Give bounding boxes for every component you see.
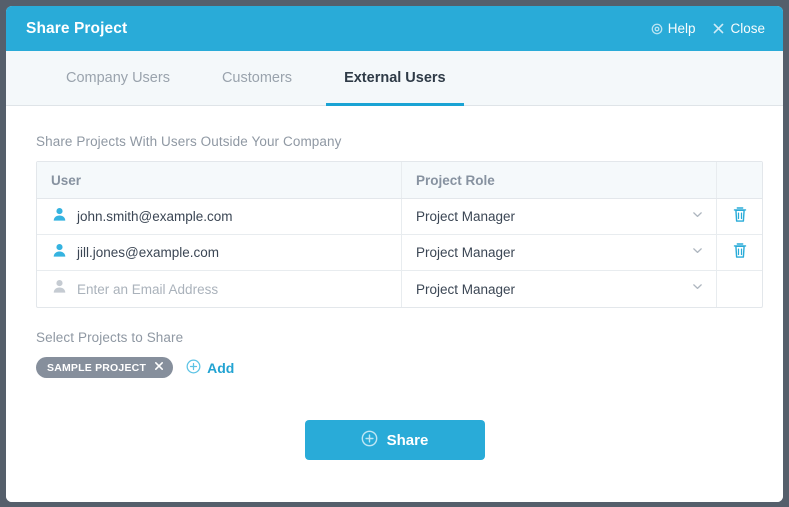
user-email: jill.jones@example.com — [77, 245, 220, 260]
share-project-modal: Share Project Help Close Company Users C… — [6, 6, 783, 502]
user-icon — [51, 242, 68, 264]
section-heading: Share Projects With Users Outside Your C… — [36, 134, 342, 149]
role-dropdown[interactable]: Project Manager — [402, 271, 717, 307]
plus-circle-icon — [186, 359, 201, 377]
user-icon — [51, 278, 68, 300]
table-row: jill.jones@example.com Project Manager — [37, 235, 762, 271]
column-header-project-role: Project Role — [402, 162, 717, 198]
titlebar-actions: Help Close — [651, 21, 765, 36]
new-user-email-input[interactable]: Enter an Email Address — [77, 282, 218, 297]
close-x-icon — [712, 22, 725, 35]
delete-user-button[interactable] — [717, 235, 762, 270]
plus-circle-icon — [361, 430, 378, 451]
tab-customers[interactable]: Customers — [204, 52, 310, 106]
select-projects-section: Select Projects to Share SAMPLE PROJECT — [36, 330, 753, 378]
role-dropdown[interactable]: Project Manager — [402, 235, 717, 270]
close-label: Close — [730, 21, 765, 36]
chevron-down-icon — [691, 280, 704, 298]
project-chip-label: SAMPLE PROJECT — [47, 361, 147, 374]
select-projects-label: Select Projects to Share — [36, 330, 184, 345]
page-title: Share Project — [26, 19, 128, 37]
user-cell[interactable]: john.smith@example.com — [37, 199, 402, 234]
delete-user-button[interactable] — [717, 199, 762, 234]
tab-bar: Company Users Customers External Users — [6, 51, 783, 106]
role-value: Project Manager — [416, 245, 516, 260]
chevron-down-icon — [691, 208, 704, 226]
external-users-table: User Project Role john.smith@example.com… — [36, 161, 763, 308]
project-chip[interactable]: SAMPLE PROJECT — [36, 357, 174, 378]
close-button[interactable]: Close — [712, 21, 765, 36]
share-button-wrap: Share — [36, 420, 753, 460]
modal-titlebar: Share Project Help Close — [6, 6, 783, 51]
tab-company-users[interactable]: Company Users — [48, 52, 188, 106]
role-dropdown[interactable]: Project Manager — [402, 199, 717, 234]
table-row: john.smith@example.com Project Manager — [37, 199, 762, 235]
project-chip-row: SAMPLE PROJECT Add — [36, 357, 753, 378]
column-header-actions — [717, 162, 762, 198]
user-email: john.smith@example.com — [77, 209, 233, 224]
help-label: Help — [667, 21, 696, 36]
share-button-label: Share — [386, 431, 429, 449]
close-x-icon[interactable] — [154, 361, 164, 374]
role-value: Project Manager — [416, 281, 516, 297]
table-row: Enter an Email Address Project Manager — [37, 271, 762, 307]
column-header-user: User — [37, 162, 402, 198]
tab-external-users[interactable]: External Users — [326, 52, 464, 106]
modal-body: Share Projects With Users Outside Your C… — [6, 106, 783, 502]
add-project-button[interactable]: Add — [186, 359, 234, 377]
trash-icon — [732, 242, 748, 264]
user-icon — [51, 206, 68, 228]
help-button[interactable]: Help — [651, 21, 696, 36]
trash-icon — [732, 206, 748, 228]
role-value: Project Manager — [416, 209, 516, 224]
table-header-row: User Project Role — [37, 162, 762, 199]
new-user-cell[interactable]: Enter an Email Address — [37, 271, 402, 307]
row-actions-empty — [717, 271, 762, 307]
share-button[interactable]: Share — [304, 420, 485, 460]
add-project-label: Add — [207, 359, 235, 376]
lifebuoy-icon — [651, 23, 663, 35]
chevron-down-icon — [691, 244, 704, 262]
user-cell[interactable]: jill.jones@example.com — [37, 235, 402, 270]
